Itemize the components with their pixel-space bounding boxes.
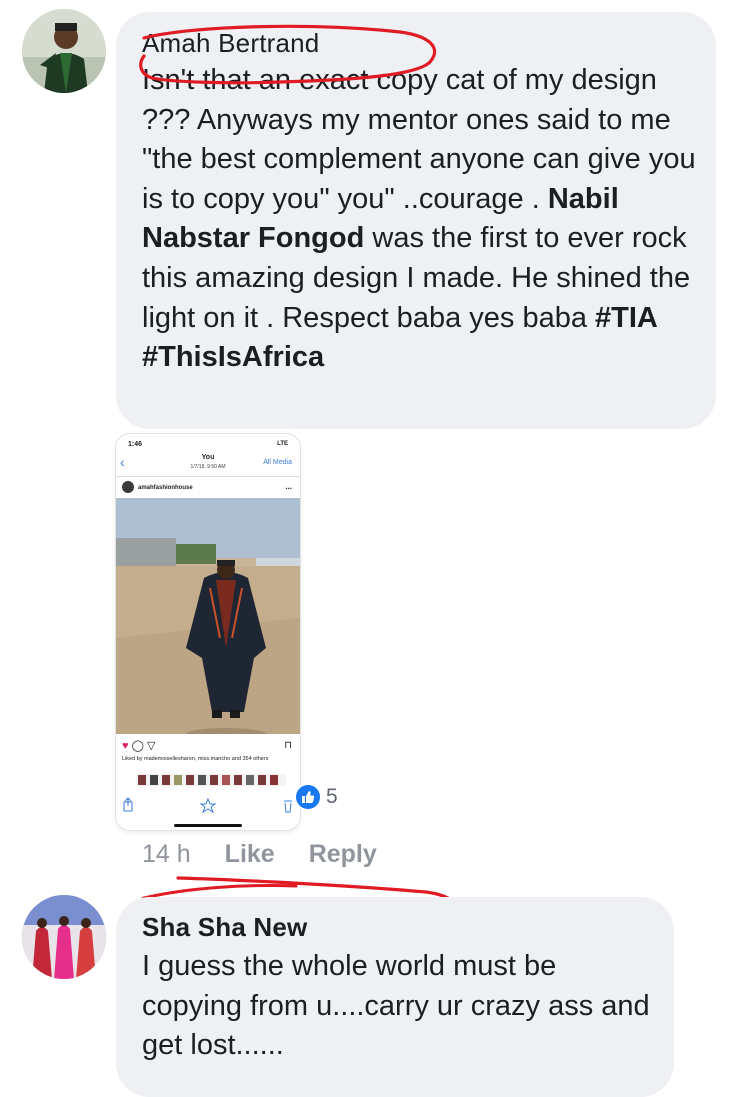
post-avatar [122, 481, 134, 493]
thumbs-up-icon [294, 783, 322, 811]
post-photo [116, 498, 300, 734]
post-likes-text: Liked by mademoisellesharon, miss.mancho… [122, 756, 269, 762]
thumbnail-strip [136, 774, 286, 786]
status-network: LTE [277, 441, 288, 447]
comment-icon: ◯ [131, 740, 144, 752]
more-icon: ... [285, 482, 292, 491]
comment-text: I guess the whole world must be copying … [142, 950, 650, 1062]
comment-text: Isn't that an exact copy cat of my desig… [142, 61, 702, 378]
divider [116, 476, 300, 477]
share-icon: ▽ [146, 740, 156, 752]
phone-tab-bar [123, 797, 292, 814]
bookmark-icon: ⊓ [284, 740, 292, 751]
reaction-count: 5 [326, 785, 338, 808]
all-media-link: All Media [263, 459, 292, 466]
home-indicator [174, 824, 242, 827]
reply-button[interactable]: Reply [309, 840, 377, 869]
comment-bubble: Sha Sha New I guess the whole world must… [116, 897, 674, 1097]
comment-bubble: Amah Bertrand Isn't that an exact copy c… [116, 12, 716, 429]
comment-timestamp[interactable]: 14 h [142, 840, 191, 869]
like-button[interactable]: Like [225, 840, 275, 869]
upload-icon [123, 797, 133, 812]
image-attachment[interactable]: 1:46 LTE ‹ You 1/7/18, 9:50 AM All Media… [116, 434, 300, 830]
trash-icon [284, 800, 292, 813]
star-icon [199, 797, 217, 814]
status-time: 1:46 [128, 441, 143, 448]
post-action-icons: ♥ ◯ ▽ [122, 739, 155, 752]
commenter-avatar[interactable] [22, 895, 106, 979]
post-username: amahfashionhouse [138, 485, 193, 491]
comment-author[interactable]: Sha Sha New [142, 912, 307, 943]
comment-meta-row: 14 h Like Reply [142, 838, 377, 870]
reactions-summary[interactable]: 5 [294, 783, 338, 811]
comment-author[interactable]: Amah Bertrand [142, 28, 319, 59]
commenter-avatar[interactable] [22, 9, 106, 93]
heart-icon: ♥ [122, 740, 129, 752]
